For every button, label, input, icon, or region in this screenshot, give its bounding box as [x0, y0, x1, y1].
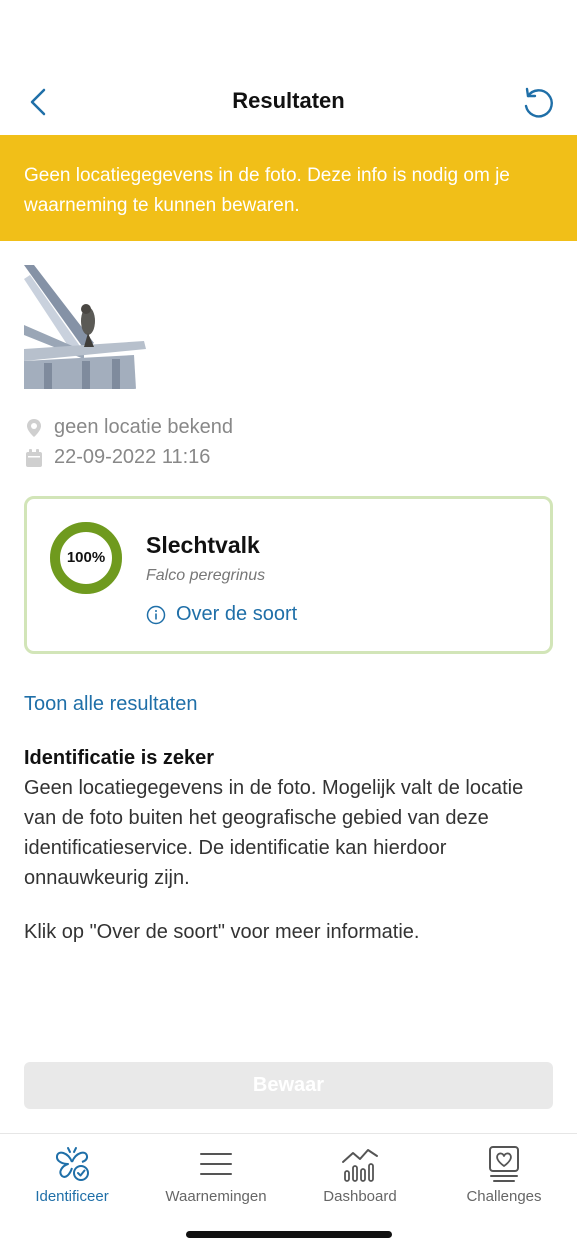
result-card[interactable]: 100% Slechtvalk Falco peregrinus Over de… — [24, 496, 553, 654]
list-icon — [200, 1153, 232, 1175]
location-row: geen locatie bekend — [24, 416, 233, 439]
observation-photo[interactable] — [24, 265, 148, 389]
tab-waarnemingen[interactable]: Waarnemingen — [144, 1134, 288, 1214]
top-bar: Resultaten — [0, 60, 577, 135]
show-all-results-link[interactable]: Toon alle resultaten — [24, 693, 197, 716]
calendar-icon — [26, 448, 42, 467]
datetime-text: 22-09-2022 11:16 — [54, 446, 211, 468]
tab-challenges-label: Challenges — [466, 1188, 542, 1205]
butterfly-check-icon — [55, 1147, 89, 1181]
home-indicator — [186, 1231, 392, 1238]
identification-hint: Klik op "Over de soort" voor meer inform… — [24, 921, 420, 943]
tab-challenges[interactable]: Challenges — [432, 1134, 576, 1214]
chart-icon — [342, 1149, 378, 1182]
info-icon — [146, 605, 166, 624]
heart-badge-icon — [489, 1146, 519, 1182]
species-latin-name: Falco peregrinus — [146, 567, 266, 584]
datetime-row: 22-09-2022 11:16 — [24, 446, 210, 469]
species-name: Slechtvalk — [146, 532, 260, 558]
identification-body: Geen locatiegegevens in de foto. Mogelij… — [24, 777, 524, 889]
confidence-label: 100% — [66, 549, 106, 566]
location-text: geen locatie bekend — [54, 416, 234, 438]
tab-waarnemingen-label: Waarnemingen — [165, 1188, 267, 1205]
tab-dashboard[interactable]: Dashboard — [288, 1134, 432, 1214]
tab-dashboard-label: Dashboard — [323, 1188, 397, 1205]
refresh-button[interactable] — [519, 84, 555, 120]
about-species-link[interactable]: Over de soort — [146, 603, 297, 626]
identification-title: Identificatie is zeker — [24, 747, 215, 769]
falcon-photo — [24, 265, 148, 389]
warning-banner: Geen locatiegegevens in de foto. Deze in… — [0, 135, 577, 241]
about-species-label: Over de soort — [176, 603, 298, 625]
tab-identificeer[interactable]: Identificeer — [0, 1134, 144, 1214]
location-pin-icon — [27, 418, 41, 437]
save-button[interactable]: Bewaar — [24, 1062, 553, 1109]
page-title: Resultaten — [232, 88, 345, 113]
refresh-icon — [524, 87, 553, 118]
tab-identificeer-label: Identificeer — [35, 1188, 109, 1205]
